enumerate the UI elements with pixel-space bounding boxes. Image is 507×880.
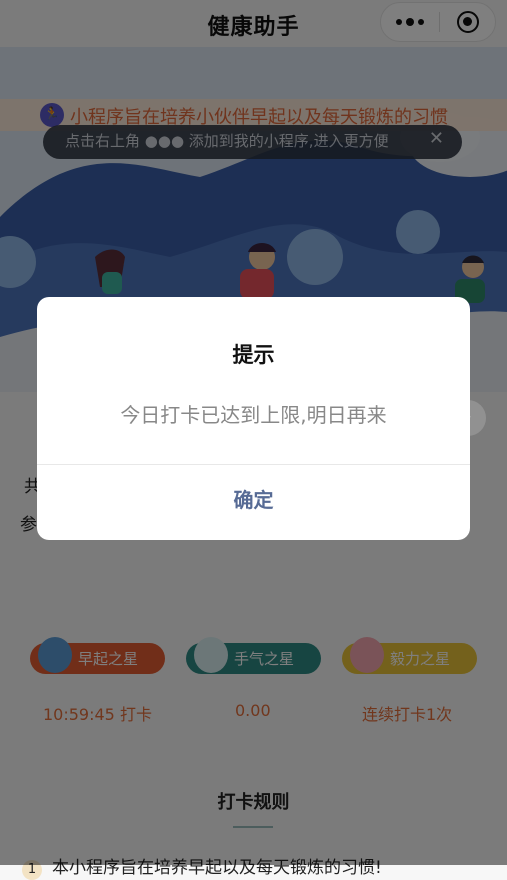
dialog-message: 今日打卡已达到上限,明日再来 <box>120 403 387 427</box>
dialog-title: 提示 <box>232 343 275 367</box>
alert-dialog: 提示 今日打卡已达到上限,明日再来 确定 <box>37 297 470 540</box>
confirm-button[interactable]: 确定 <box>37 465 470 540</box>
